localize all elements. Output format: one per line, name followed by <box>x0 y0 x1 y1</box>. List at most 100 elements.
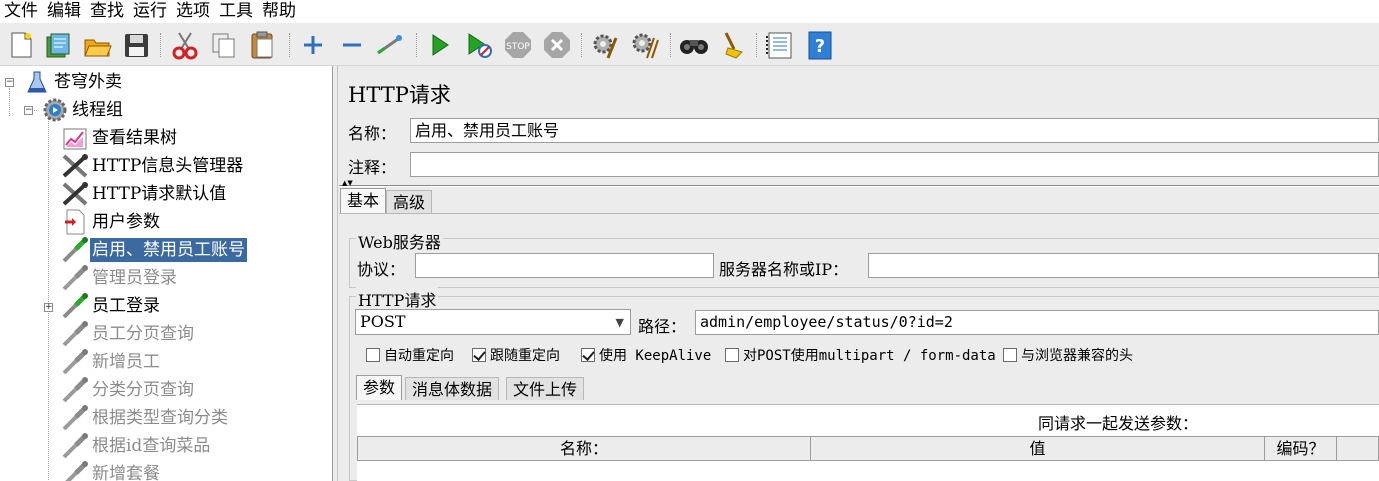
tab-parameters[interactable]: 参数 <box>356 375 403 400</box>
cut-icon[interactable] <box>170 30 200 60</box>
auto-redirect-checkbox[interactable]: 自动重定向 <box>366 345 454 365</box>
tab-advanced[interactable]: 高级 <box>386 190 433 213</box>
tree-item-label: 查看结果树 <box>92 128 177 148</box>
expand-icon[interactable] <box>298 30 328 60</box>
save-icon[interactable] <box>121 30 151 60</box>
http-request-title: HTTP请求 <box>356 287 439 311</box>
clear-icon[interactable] <box>590 30 620 60</box>
column-header-name[interactable]: 名称： <box>357 436 811 461</box>
tab-basic[interactable]: 基本 <box>340 188 387 213</box>
browser-headers-checkbox[interactable]: 与浏览器兼容的头 <box>1003 345 1133 365</box>
tree-item-header-manager[interactable]: HTTP信息头管理器 <box>60 153 245 179</box>
new-icon[interactable] <box>6 30 36 60</box>
toggle-icon[interactable] <box>375 30 405 60</box>
thread-group-icon <box>40 97 70 123</box>
checkbox-box <box>366 348 380 362</box>
collapse-icon[interactable] <box>337 30 367 60</box>
split-pane-divider[interactable] <box>333 66 338 481</box>
tree-item-thread-group[interactable]: 线程组 <box>40 97 125 123</box>
tree-item-employee-login[interactable]: 员工登录 <box>60 293 162 319</box>
tree-item-query-dish-by-id[interactable]: 根据id查询菜品 <box>60 433 212 459</box>
tree-connector <box>48 110 49 481</box>
function-helper-icon[interactable] <box>765 30 795 60</box>
sampler-pipette-icon <box>60 265 90 291</box>
tree-item-request-defaults[interactable]: HTTP请求默认值 <box>60 181 228 207</box>
name-label: 名称： <box>348 124 397 143</box>
tree-item-query-category-by-type[interactable]: 根据类型查询分类 <box>60 405 230 431</box>
templates-icon[interactable] <box>43 30 73 60</box>
menu-edit[interactable]: 编辑 <box>47 0 81 23</box>
preprocessor-icon <box>60 209 90 235</box>
sampler-pipette-icon <box>60 461 90 481</box>
tree-item-admin-login[interactable]: 管理员登录 <box>60 265 179 291</box>
method-select[interactable]: POST ▼ <box>355 309 631 335</box>
clear-all-icon[interactable] <box>630 30 660 60</box>
tree-item-label: 管理员登录 <box>92 268 177 288</box>
keepalive-checkbox[interactable]: 使用 KeepAlive <box>581 345 711 365</box>
menu-run[interactable]: 运行 <box>133 0 167 23</box>
server-name-field[interactable] <box>868 253 1379 278</box>
copy-icon[interactable] <box>209 30 239 60</box>
tree-item-view-results[interactable]: 查看结果树 <box>60 125 179 151</box>
reset-search-icon[interactable] <box>718 30 748 60</box>
tree-item-category-page-query[interactable]: 分类分页查询 <box>60 377 196 403</box>
search-icon[interactable] <box>678 30 708 60</box>
toolbar-separator <box>581 33 583 57</box>
tree-item-enable-disable-account[interactable]: 启用、禁用员工账号 <box>60 237 247 263</box>
chevron-down-icon: ▼ <box>615 316 624 329</box>
column-header-filler <box>1337 436 1379 461</box>
collapse-node-toggle[interactable]: − <box>5 78 14 87</box>
shutdown-icon[interactable] <box>542 30 572 60</box>
checkbox-label: 使用 KeepAlive <box>599 348 712 364</box>
toolbar-separator <box>289 33 291 57</box>
server-name-label: 服务器名称或IP： <box>719 260 849 279</box>
tree-item-test-plan[interactable]: 苍穹外卖 <box>22 69 124 95</box>
menu-bar: 文件 编辑 查找 运行 选项 工具 帮助 <box>0 0 1379 23</box>
menu-options[interactable]: 选项 <box>176 0 210 23</box>
sampler-pipette-icon <box>60 237 90 263</box>
sampler-pipette-icon <box>60 405 90 431</box>
start-no-pause-icon[interactable] <box>464 30 494 60</box>
checkbox-box <box>725 348 739 362</box>
path-field[interactable]: admin/employee/status/0?id=2 <box>695 310 1379 335</box>
path-label: 路径： <box>638 317 687 336</box>
listener-chart-icon <box>60 125 90 151</box>
stop-icon[interactable]: STOP <box>503 30 533 60</box>
tab-body-data[interactable]: 消息体数据 <box>405 377 500 400</box>
column-header-encode[interactable]: 编码？ <box>1265 436 1337 461</box>
config-tools-icon <box>60 153 90 179</box>
start-icon[interactable] <box>425 30 455 60</box>
follow-redirects-checkbox[interactable]: 跟随重定向 <box>472 345 560 365</box>
multipart-checkbox[interactable]: 对POST使用multipart / form-data <box>725 345 996 365</box>
tree-item-label: 根据id查询菜品 <box>92 436 211 456</box>
help-icon[interactable]: ? <box>805 30 835 60</box>
tree-item-add-employee[interactable]: 新增员工 <box>60 349 162 375</box>
menu-search[interactable]: 查找 <box>90 0 124 23</box>
protocol-field[interactable] <box>415 253 714 278</box>
checkbox-box <box>581 348 595 362</box>
collapse-arrows-icon[interactable]: ▲▼ <box>342 180 353 187</box>
collapse-node-toggle[interactable]: − <box>24 106 33 115</box>
test-plan-icon <box>22 69 52 95</box>
toolbar-separator <box>756 33 758 57</box>
menu-tools[interactable]: 工具 <box>219 0 253 23</box>
panel-divider[interactable] <box>339 185 1379 187</box>
name-field[interactable]: 启用、禁用员工账号 <box>410 118 1379 143</box>
web-server-title: Web服务器 <box>356 229 443 253</box>
sampler-pipette-icon <box>60 349 90 375</box>
checkbox-label: 与浏览器兼容的头 <box>1021 348 1133 364</box>
open-icon[interactable] <box>82 30 112 60</box>
paste-icon[interactable] <box>248 30 278 60</box>
checkbox-label: 跟随重定向 <box>490 348 560 364</box>
tree-item-employee-page-query[interactable]: 员工分页查询 <box>60 321 196 347</box>
tab-file-upload[interactable]: 文件上传 <box>506 377 585 400</box>
tree-item-add-setmeal[interactable]: 新增套餐 <box>60 461 162 481</box>
menu-file[interactable]: 文件 <box>4 0 38 23</box>
expand-node-toggle[interactable]: + <box>44 303 53 312</box>
menu-help[interactable]: 帮助 <box>262 0 296 23</box>
column-header-value[interactable]: 值 <box>811 436 1265 461</box>
tree-item-user-parameters[interactable]: 用户参数 <box>60 209 162 235</box>
comment-field[interactable] <box>410 152 1379 177</box>
sampler-pipette-icon <box>60 433 90 459</box>
sampler-pipette-icon <box>60 377 90 403</box>
